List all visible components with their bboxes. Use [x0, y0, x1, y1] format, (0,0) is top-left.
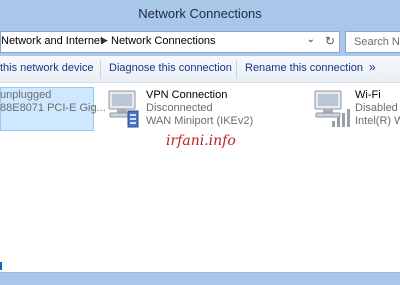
status-bar — [0, 272, 400, 285]
address-dropdown-icon[interactable]: ⌄ — [307, 34, 315, 45]
window-title: Network Connections — [138, 6, 262, 21]
ethernet-device: 88E8071 PCI-E Gig... — [0, 102, 106, 114]
window-titlebar: Network Connections — [0, 0, 400, 28]
scroll-marker — [0, 262, 2, 270]
ethernet-status: unplugged — [0, 89, 52, 101]
address-area: Network and Internet ▶ Network Connectio… — [0, 28, 400, 56]
disable-device-command[interactable]: this network device — [0, 62, 94, 74]
wifi-status: Disabled — [355, 102, 398, 114]
more-commands-icon[interactable]: » — [369, 60, 376, 74]
command-divider — [100, 60, 101, 78]
wifi-text[interactable]: Wi-Fi Disabled Intel(R) Wir — [355, 89, 400, 128]
breadcrumb-separator-icon[interactable]: ▶ — [101, 35, 108, 46]
ethernet-text: unplugged 88E8071 PCI-E Gig... — [0, 89, 106, 115]
vpn-status: Disconnected — [146, 102, 213, 114]
rename-connection-command[interactable]: Rename this connection — [245, 62, 363, 74]
vpn-text[interactable]: VPN Connection Disconnected WAN Miniport… — [146, 89, 253, 128]
network-computer-icon[interactable] — [104, 87, 142, 131]
diagnose-connection-command[interactable]: Diagnose this connection — [109, 62, 232, 74]
refresh-icon[interactable]: ↻ — [325, 34, 335, 48]
vpn-device: WAN Miniport (IKEv2) — [146, 115, 254, 127]
address-bar[interactable]: Network and Internet ▶ Network Connectio… — [0, 31, 340, 53]
breadcrumb-network-and-internet[interactable]: Network and Internet — [1, 35, 103, 47]
connections-list: unplugged 88E8071 PCI-E Gig... VPN Conne… — [0, 83, 400, 263]
search-input[interactable]: Search Ne — [345, 31, 400, 53]
wifi-device: Intel(R) Wir — [355, 115, 400, 127]
vpn-name: VPN Connection — [146, 89, 228, 101]
watermark-text: irfani.info — [166, 133, 236, 149]
command-bar: this network device Diagnose this connec… — [0, 56, 400, 83]
breadcrumb-network-connections[interactable]: Network Connections — [111, 35, 216, 47]
command-divider — [236, 60, 237, 78]
wifi-adapter-icon[interactable] — [312, 87, 352, 131]
wifi-name: Wi-Fi — [355, 89, 381, 101]
